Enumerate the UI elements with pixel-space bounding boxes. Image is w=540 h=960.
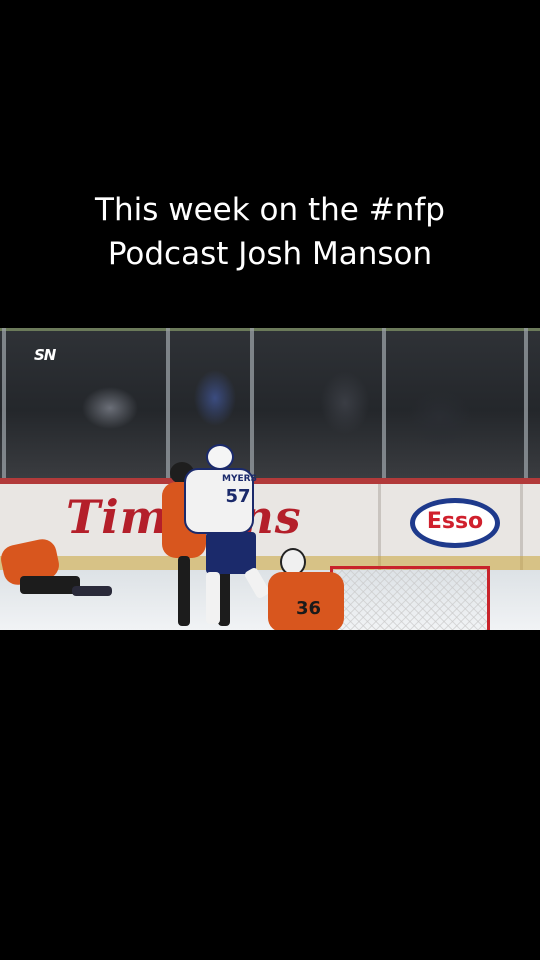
glass-post [382, 328, 386, 480]
goalie-number: 36 [296, 598, 322, 619]
esso-ad: Esso [410, 498, 500, 548]
glass-frame [0, 328, 540, 331]
broadcaster-logo: SN [34, 346, 56, 364]
jersey-name: MYERS [222, 474, 258, 484]
tiktok-video-page: This week on the #nfp Podcast Josh Manso… [0, 0, 540, 960]
glass-post [2, 328, 6, 480]
hockey-net [330, 566, 490, 630]
player-leg [178, 556, 190, 626]
player-fallen-pants [20, 576, 80, 594]
player-pants [206, 532, 256, 574]
glass-post [524, 328, 528, 480]
glass-post [250, 328, 254, 480]
dasher-boards: Tim tons Esso [0, 478, 540, 576]
player-leg [206, 572, 220, 624]
jersey-number: 57 [225, 486, 251, 507]
video-player[interactable]: SN Tim tons Esso MYERS 57 36 [0, 328, 540, 630]
glass-post [166, 328, 170, 480]
video-caption: This week on the #nfp Podcast Josh Manso… [0, 188, 540, 276]
caption-line-2: Podcast Josh Manson [107, 236, 433, 272]
crowd-background [0, 328, 540, 478]
hockey-stick [72, 586, 112, 596]
player-helmet [206, 444, 234, 470]
caption-line-1: This week on the #nfp [95, 192, 445, 228]
